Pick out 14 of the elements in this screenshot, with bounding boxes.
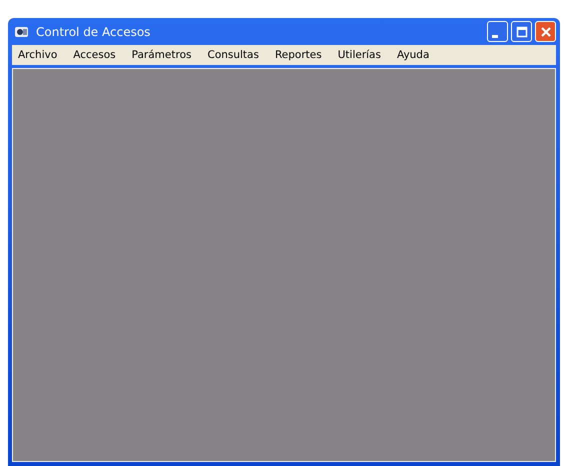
maximize-button[interactable] [511, 21, 532, 42]
minimize-icon [492, 34, 498, 38]
menu-item[interactable]: Ayuda [396, 49, 430, 61]
menu-item[interactable]: Archivo [18, 49, 58, 61]
menu-item[interactable]: Reportes [274, 49, 322, 61]
menu-item[interactable]: Utilerías [338, 49, 381, 61]
maximize-icon [516, 26, 528, 38]
menu-item[interactable]: Consultas [207, 49, 259, 61]
close-icon [540, 26, 552, 38]
window-title: Control de Accesos [36, 24, 152, 38]
menu-item[interactable]: Parámetros [132, 49, 192, 61]
close-button[interactable] [535, 21, 556, 42]
minimize-button[interactable] [487, 21, 508, 42]
menu-item[interactable]: Accesos [73, 49, 116, 61]
